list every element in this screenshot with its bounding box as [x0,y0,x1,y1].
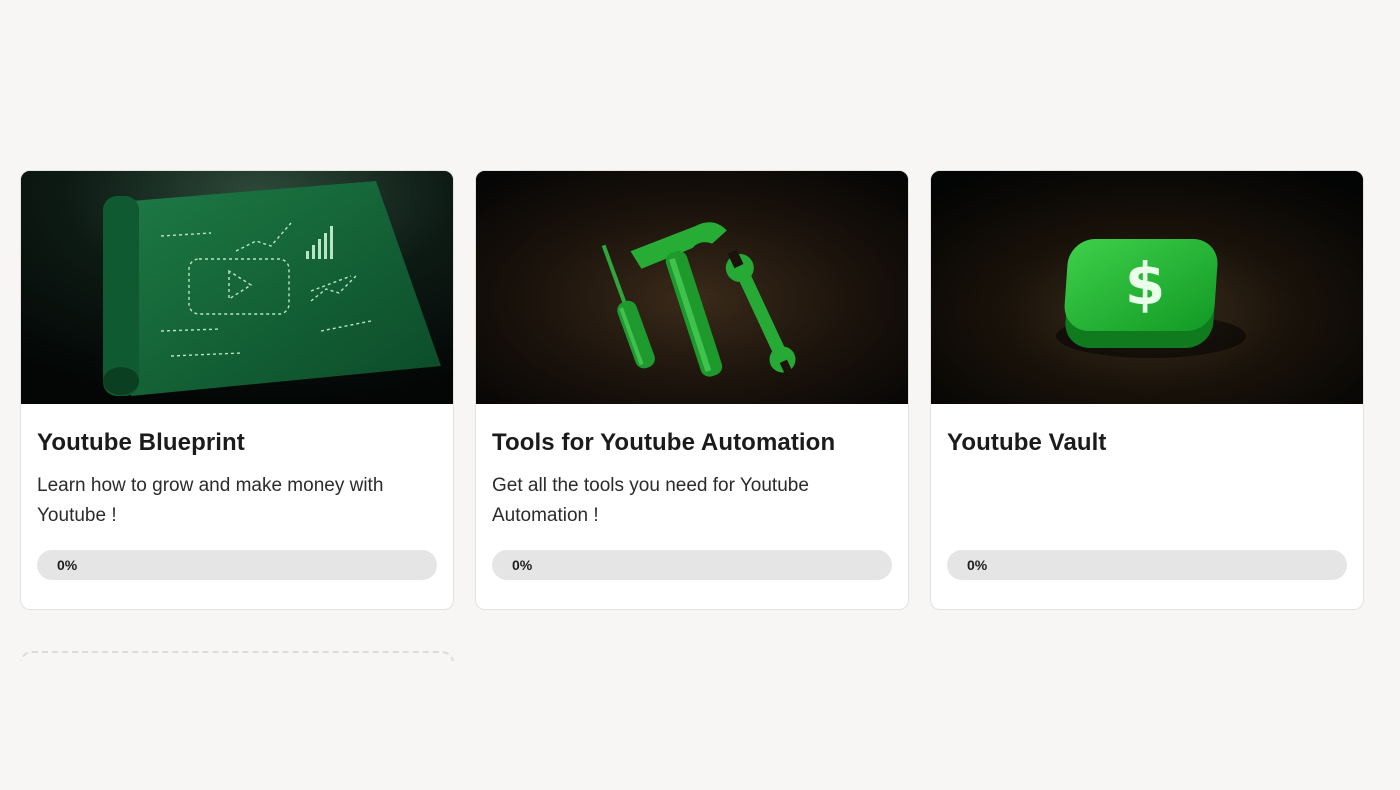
course-progress-bar: 0% [37,550,437,580]
course-card-youtube-vault[interactable]: $ Youtube Vault 0% [930,170,1364,610]
course-description: Learn how to grow and make money with Yo… [37,475,384,526]
progress-label: 0% [967,557,988,573]
course-description [947,471,1347,531]
courses-page: Youtube Blueprint Learn how to grow and … [0,0,1400,790]
tools-icon [476,171,908,404]
progress-label: 0% [512,557,533,573]
add-course-placeholder[interactable] [20,651,454,661]
course-card-tools-for-youtube-automation[interactable]: Tools for Youtube Automation Get all the… [475,170,909,610]
course-grid: Youtube Blueprint Learn how to grow and … [20,170,1364,610]
course-thumbnail[interactable]: $ [931,171,1363,404]
course-title: Youtube Vault [947,429,1107,456]
dollar-vault-icon: $ [931,171,1363,404]
progress-label: 0% [57,557,78,573]
course-card-youtube-blueprint[interactable]: Youtube Blueprint Learn how to grow and … [20,170,454,610]
course-progress-bar: 0% [947,550,1347,580]
blueprint-icon [21,171,453,404]
svg-text:$: $ [1125,250,1165,318]
course-thumbnail[interactable] [476,171,908,404]
course-thumbnail[interactable] [21,171,453,404]
course-progress-bar: 0% [492,550,892,580]
course-description: Get all the tools you need for Youtube A… [492,475,809,526]
course-title: Tools for Youtube Automation [492,429,836,456]
course-title: Youtube Blueprint [37,429,245,456]
